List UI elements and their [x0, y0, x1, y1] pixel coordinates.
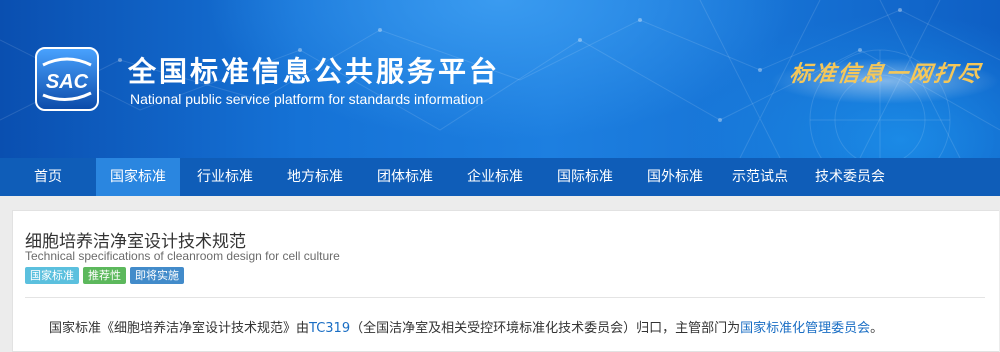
divider	[25, 297, 985, 298]
nav-item-home[interactable]: 首页	[0, 158, 96, 196]
site-subtitle: National public service platform for sta…	[130, 91, 484, 107]
slogan: 标准信息一网打尽	[787, 61, 984, 87]
desc-middle: （全国洁净室及相关受控环境标准化技术委员会）归口，主管部门为	[350, 321, 741, 336]
badge-recommended: 推荐性	[83, 267, 126, 284]
nav-item-pilot-demo[interactable]: 示范试点	[720, 158, 800, 196]
sac-dept-link[interactable]: 国家标准化管理委员会	[740, 321, 870, 336]
sac-logo[interactable]: SAC	[35, 47, 99, 111]
nav-item-local-standards[interactable]: 地方标准	[270, 158, 360, 196]
status-badges: 国家标准 推荐性 即将实施	[25, 267, 184, 284]
nav-item-foreign-standards[interactable]: 国外标准	[630, 158, 720, 196]
standard-title-english: Technical specifications of cleanroom de…	[25, 249, 340, 263]
tc319-link[interactable]: TC319	[309, 321, 350, 336]
main-nav: 首页 国家标准 行业标准 地方标准 团体标准 企业标准 国际标准 国外标准 示范…	[0, 158, 1000, 196]
desc-suffix: 。	[870, 321, 884, 336]
nav-item-international-standards[interactable]: 国际标准	[540, 158, 630, 196]
nav-item-group-standards[interactable]: 团体标准	[360, 158, 450, 196]
site-title: 全国标准信息公共服务平台	[128, 55, 501, 88]
nav-item-enterprise-standards[interactable]: 企业标准	[450, 158, 540, 196]
nav-item-industry-standards[interactable]: 行业标准	[180, 158, 270, 196]
header-banner: SAC 全国标准信息公共服务平台 National public service…	[0, 0, 1000, 158]
badge-upcoming: 即将实施	[130, 267, 184, 284]
nav-item-national-standards[interactable]: 国家标准	[96, 158, 180, 196]
standard-description: 国家标准《细胞培养洁净室设计技术规范》由TC319（全国洁净室及相关受控环境标准…	[49, 317, 883, 336]
badge-national-standard: 国家标准	[25, 267, 79, 284]
standard-detail-panel: 细胞培养洁净室设计技术规范 Technical specifications o…	[12, 210, 999, 352]
desc-prefix: 国家标准《细胞培养洁净室设计技术规范》由	[49, 321, 310, 336]
logo-text: SAC	[46, 71, 89, 93]
nav-item-technical-committee[interactable]: 技术委员会	[800, 158, 900, 196]
